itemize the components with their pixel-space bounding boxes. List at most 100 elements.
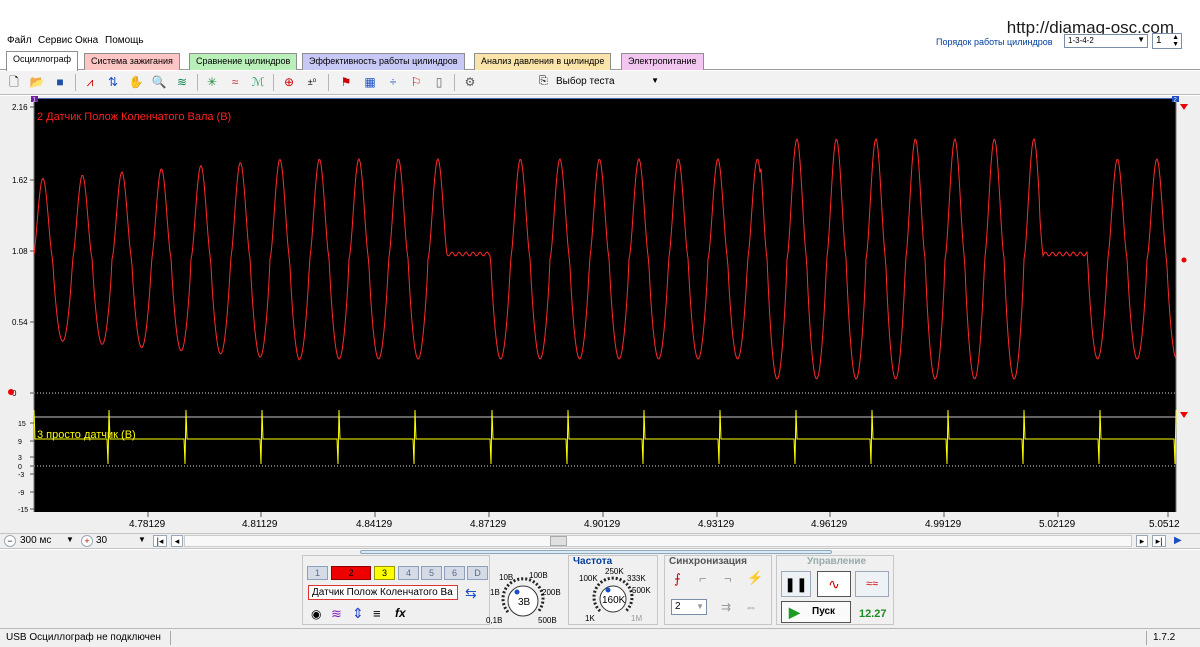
ch3-label: 3 просто датчик (В) xyxy=(37,429,136,441)
channel-5-button[interactable]: 5 xyxy=(421,566,442,580)
wave-invert-icon[interactable]: ≋ xyxy=(331,606,342,622)
voltage-label-1v: 1В xyxy=(490,588,500,597)
new-file-icon[interactable]: 🗋 xyxy=(6,74,22,90)
tab-power-supply[interactable]: Электропитание xyxy=(621,53,704,70)
toolbar-separator xyxy=(197,74,198,91)
pause-icon[interactable]: ❚❚ xyxy=(781,571,811,597)
step-right-icon[interactable]: ▸ xyxy=(1136,535,1148,547)
channel-assign-icon[interactable]: ⇆ xyxy=(465,585,477,602)
status-divider xyxy=(170,631,171,645)
trigger-rising-icon[interactable]: ⨍ xyxy=(674,571,681,587)
menu-help[interactable]: Помощь xyxy=(105,35,144,46)
channel-d-button[interactable]: D xyxy=(467,566,488,580)
menu-file[interactable]: Файл xyxy=(7,35,32,46)
test-select[interactable]: ⎘ Выбор теста ▼ xyxy=(536,74,664,91)
channel-1-button[interactable]: 1 xyxy=(307,566,328,580)
tab-cylinder-efficiency[interactable]: Эффективность работы цилиндров xyxy=(302,53,465,70)
frequency-group: Частота 160K 250K 100K 333K 500K 1K 1M xyxy=(568,555,658,625)
auto-mode-icon[interactable]: ⚙ xyxy=(462,74,478,90)
plot-background xyxy=(34,98,1176,512)
trigger-top-arrow-icon[interactable] xyxy=(1180,104,1188,110)
filter-icon[interactable]: ≋ xyxy=(174,74,190,90)
jump-end-icon[interactable]: ▸| xyxy=(1152,535,1166,547)
overlay-icon[interactable]: ≈ xyxy=(227,74,243,90)
jump-start-icon[interactable]: |◂ xyxy=(153,535,167,547)
chevron-down-icon[interactable]: ▼ xyxy=(66,535,74,544)
trigger-auto-icon[interactable]: ⚡ xyxy=(747,570,763,586)
ellipsis-icon[interactable]: ··· xyxy=(444,587,453,597)
trigger-edge-up-icon[interactable]: ⌐ xyxy=(699,571,707,586)
cylinder-spin[interactable]: 1 ▲ ▼ xyxy=(1152,33,1182,49)
chevron-down-icon: ▼ xyxy=(696,602,704,611)
tab-cylinder-pressure[interactable]: Анализ давления в цилиндре xyxy=(474,53,612,70)
menu-service[interactable]: Сервис xyxy=(38,35,72,46)
save-icon[interactable]: ■ xyxy=(52,74,68,90)
frequency-knob[interactable]: 160K 250K 100K 333K 500K 1K 1M xyxy=(569,566,659,624)
tab-label: Осциллограф xyxy=(13,54,71,64)
function-icon[interactable]: fx xyxy=(395,606,406,620)
eye-icon[interactable]: ◉ xyxy=(311,607,321,621)
continuous-mode-icon[interactable]: ∿ xyxy=(817,571,851,597)
panel-splitter[interactable] xyxy=(360,550,832,554)
open-folder-icon[interactable]: 📂 xyxy=(29,74,45,90)
cursor-icon[interactable]: ⇅ xyxy=(105,74,121,90)
cylinder-order-value: 1-3-4-2 xyxy=(1068,36,1094,45)
channel-3-button[interactable]: 3 xyxy=(374,566,395,580)
marker-icon[interactable]: ⚑ xyxy=(338,74,354,90)
tab-cylinder-compare[interactable]: Сравнение цилиндров xyxy=(189,53,298,70)
multi-frame-icon[interactable]: ≈≈ xyxy=(855,571,889,597)
x-tick-label: 5.0512 xyxy=(1149,519,1180,530)
waveform-icon[interactable]: ⩘ xyxy=(82,74,98,90)
zoom-icon[interactable]: 🔍 xyxy=(151,74,167,90)
time-per-div[interactable]: 300 мс xyxy=(20,535,51,546)
cylinder-order-label: Порядок работы цилиндров xyxy=(936,37,1053,47)
tab-ignition-system[interactable]: Система зажигания xyxy=(84,53,180,70)
frequency-label-1k: 1K xyxy=(585,614,595,623)
channel-6-button[interactable]: 6 xyxy=(444,566,465,580)
lines-icon[interactable]: ≡ xyxy=(373,606,381,621)
channel-2-button[interactable]: 2 xyxy=(331,566,371,580)
ch2-level-handle[interactable] xyxy=(1181,257,1187,263)
oscillogram-plot[interactable]: 2.161.621.080.540 15930-3-9-15 4.78129 4.… xyxy=(0,96,1200,533)
voltage-knob[interactable]: 3В 10В 100В 1В 200В 0,1В 500В xyxy=(486,568,566,626)
spark-icon[interactable]: ✳ xyxy=(204,74,220,90)
time-scrollbar[interactable] xyxy=(184,535,1132,547)
frequency-label-333k: 333K xyxy=(627,574,646,583)
zero-icon[interactable]: ±⁰ xyxy=(304,74,320,90)
tab-label: Эффективность работы цилиндров xyxy=(309,56,458,66)
frequency-value: 160K xyxy=(602,595,626,606)
note-icon[interactable]: ▯ xyxy=(431,74,447,90)
auto-icon[interactable]: ⊕ xyxy=(281,74,297,90)
start-button[interactable]: ▶ Пуск xyxy=(781,601,851,623)
status-text: USB Осциллограф не подключен xyxy=(6,632,161,643)
tab-oscilloscope[interactable]: Осциллограф xyxy=(6,51,78,71)
cylinder-order-select[interactable]: 1-3-4-2 ▼ xyxy=(1064,34,1148,48)
sync-shift-icon[interactable]: ⇉ xyxy=(721,600,731,614)
y-tick-label: 0 xyxy=(18,464,22,471)
channel-4-button[interactable]: 4 xyxy=(398,566,419,580)
chevron-down-icon: ▼ xyxy=(1137,35,1145,44)
chevron-down-icon[interactable]: ▼ xyxy=(138,535,146,544)
scroll-thumb[interactable] xyxy=(550,536,567,546)
grid-icon[interactable]: ▦ xyxy=(362,74,378,90)
play-scroll-icon[interactable]: ▶ xyxy=(1174,535,1182,546)
trigger-bottom-arrow-icon[interactable] xyxy=(1180,412,1188,418)
y-tick-label: -3 xyxy=(18,472,24,479)
y-tick-label: 0.54 xyxy=(12,318,28,327)
zoom-in-icon[interactable]: + xyxy=(81,535,93,547)
flag-icon[interactable]: ⚐ xyxy=(408,74,424,90)
trigger-edge-down-icon[interactable]: ¬ xyxy=(724,571,732,586)
sync-channel-select[interactable]: 2 ▼ xyxy=(671,599,707,615)
zoom-value[interactable]: 30 xyxy=(96,535,107,546)
zoom-out-icon[interactable]: − xyxy=(4,535,16,547)
split-icon[interactable]: ÷ xyxy=(385,74,401,90)
ch2-offset-handle[interactable] xyxy=(8,389,14,395)
compare-icon[interactable]: ℳ xyxy=(250,74,266,90)
menu-windows[interactable]: Окна xyxy=(75,35,98,46)
spin-arrows-icon: ▲ ▼ xyxy=(1172,34,1179,48)
step-left-icon[interactable]: ◂ xyxy=(171,535,183,547)
sync-expand-icon[interactable]: ⇔ xyxy=(745,600,757,614)
hand-pan-icon[interactable]: ✋ xyxy=(128,74,144,90)
sensor-name-field[interactable]: Датчик Полож Коленчатого Ва xyxy=(308,585,458,600)
vertical-scale-icon[interactable]: ⇕ xyxy=(352,605,364,622)
